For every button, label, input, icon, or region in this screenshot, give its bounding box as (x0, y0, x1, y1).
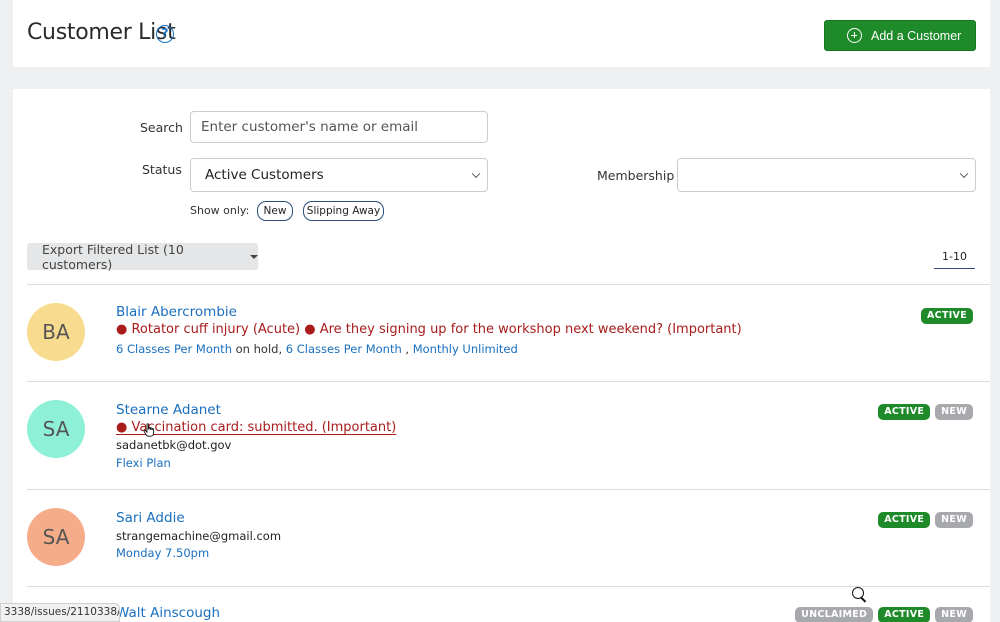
page-header: Customer List ? Add a Customer (13, 0, 990, 67)
status-badge-new: NEW (935, 512, 973, 528)
divider (27, 284, 990, 285)
divider (27, 586, 990, 587)
help-icon[interactable]: ? (156, 25, 174, 43)
divider (27, 381, 990, 382)
membership-select[interactable] (677, 158, 976, 192)
status-badges: ACTIVE (921, 308, 973, 324)
plan-link[interactable]: 6 Classes Per Month (286, 342, 402, 356)
status-badges: ACTIVE NEW (878, 404, 973, 420)
add-customer-label: Add a Customer (871, 28, 962, 43)
page-title: Customer List (27, 20, 176, 45)
customer-plans: 6 Classes Per Month on hold, 6 Classes P… (116, 342, 518, 356)
status-badge-active: ACTIVE (921, 308, 973, 324)
browser-status-url: 3338/issues/2110338/ (0, 603, 120, 622)
customer-email: sadanetbk@dot.gov (116, 438, 232, 452)
avatar: SA (27, 400, 85, 458)
customer-name-link[interactable]: Sari Addie (116, 510, 185, 526)
export-button[interactable]: Export Filtered List (10 customers) (27, 241, 258, 272)
avatar: BA (27, 303, 85, 361)
customer-note: ● Rotator cuff injury (Acute) ● Are they… (116, 322, 742, 337)
avatar: SA (27, 508, 85, 566)
hand-pointer-icon (143, 423, 155, 437)
status-label: Status (142, 162, 182, 177)
status-badge-active: ACTIVE (878, 404, 931, 420)
chevron-down-icon (959, 169, 969, 179)
export-label: Export Filtered List (10 customers) (42, 241, 184, 272)
caret-down-icon (250, 254, 258, 259)
status-select[interactable]: Active Customers (190, 158, 488, 192)
filter-pill-new[interactable]: New (257, 201, 293, 221)
customer-plans: Flexi Plan (116, 456, 171, 470)
customer-plans: Monday 7.50pm (116, 546, 209, 560)
pagination-range[interactable]: 1-10 (934, 245, 975, 269)
customer-panel: Search Status Active Customers Membershi… (13, 89, 990, 622)
search-field[interactable] (190, 111, 488, 143)
plan-link[interactable]: Flexi Plan (116, 456, 171, 470)
customer-email: strangemachine@gmail.com (116, 529, 282, 543)
status-select-value: Active Customers (205, 167, 324, 183)
customer-name-link[interactable]: Stearne Adanet (116, 402, 221, 418)
status-badge-new: NEW (935, 607, 973, 622)
status-badge-new: NEW (935, 404, 973, 420)
plan-separator: , (405, 342, 410, 356)
plus-circle-icon (847, 28, 862, 43)
plan-status: on hold, (235, 342, 283, 356)
status-badge-active: ACTIVE (878, 512, 931, 528)
search-label: Search (140, 120, 183, 135)
customer-note[interactable]: ● Vaccination card: submitted. (Importan… (116, 420, 396, 435)
add-customer-button[interactable]: Add a Customer (824, 20, 976, 51)
customer-name-link[interactable]: Blair Abercrombie (116, 304, 237, 320)
status-badge-unclaimed: UNCLAIMED (795, 607, 874, 622)
chevron-down-icon (471, 169, 481, 179)
magnifier-icon[interactable] (852, 587, 864, 599)
filter-pill-slipping-away[interactable]: Slipping Away (303, 201, 384, 221)
status-badges: ACTIVE NEW (878, 512, 973, 528)
customer-name-link[interactable]: Walt Ainscough (116, 605, 220, 621)
plan-link[interactable]: Monday 7.50pm (116, 546, 209, 560)
membership-label: Membership (597, 168, 675, 183)
show-only-label: Show only: (190, 204, 250, 217)
status-badges: UNCLAIMED ACTIVE NEW (795, 607, 973, 622)
divider (27, 489, 990, 490)
search-input[interactable] (191, 112, 487, 142)
status-badge-active: ACTIVE (878, 607, 931, 622)
plan-link[interactable]: 6 Classes Per Month (116, 342, 232, 356)
plan-link[interactable]: Monthly Unlimited (413, 342, 518, 356)
